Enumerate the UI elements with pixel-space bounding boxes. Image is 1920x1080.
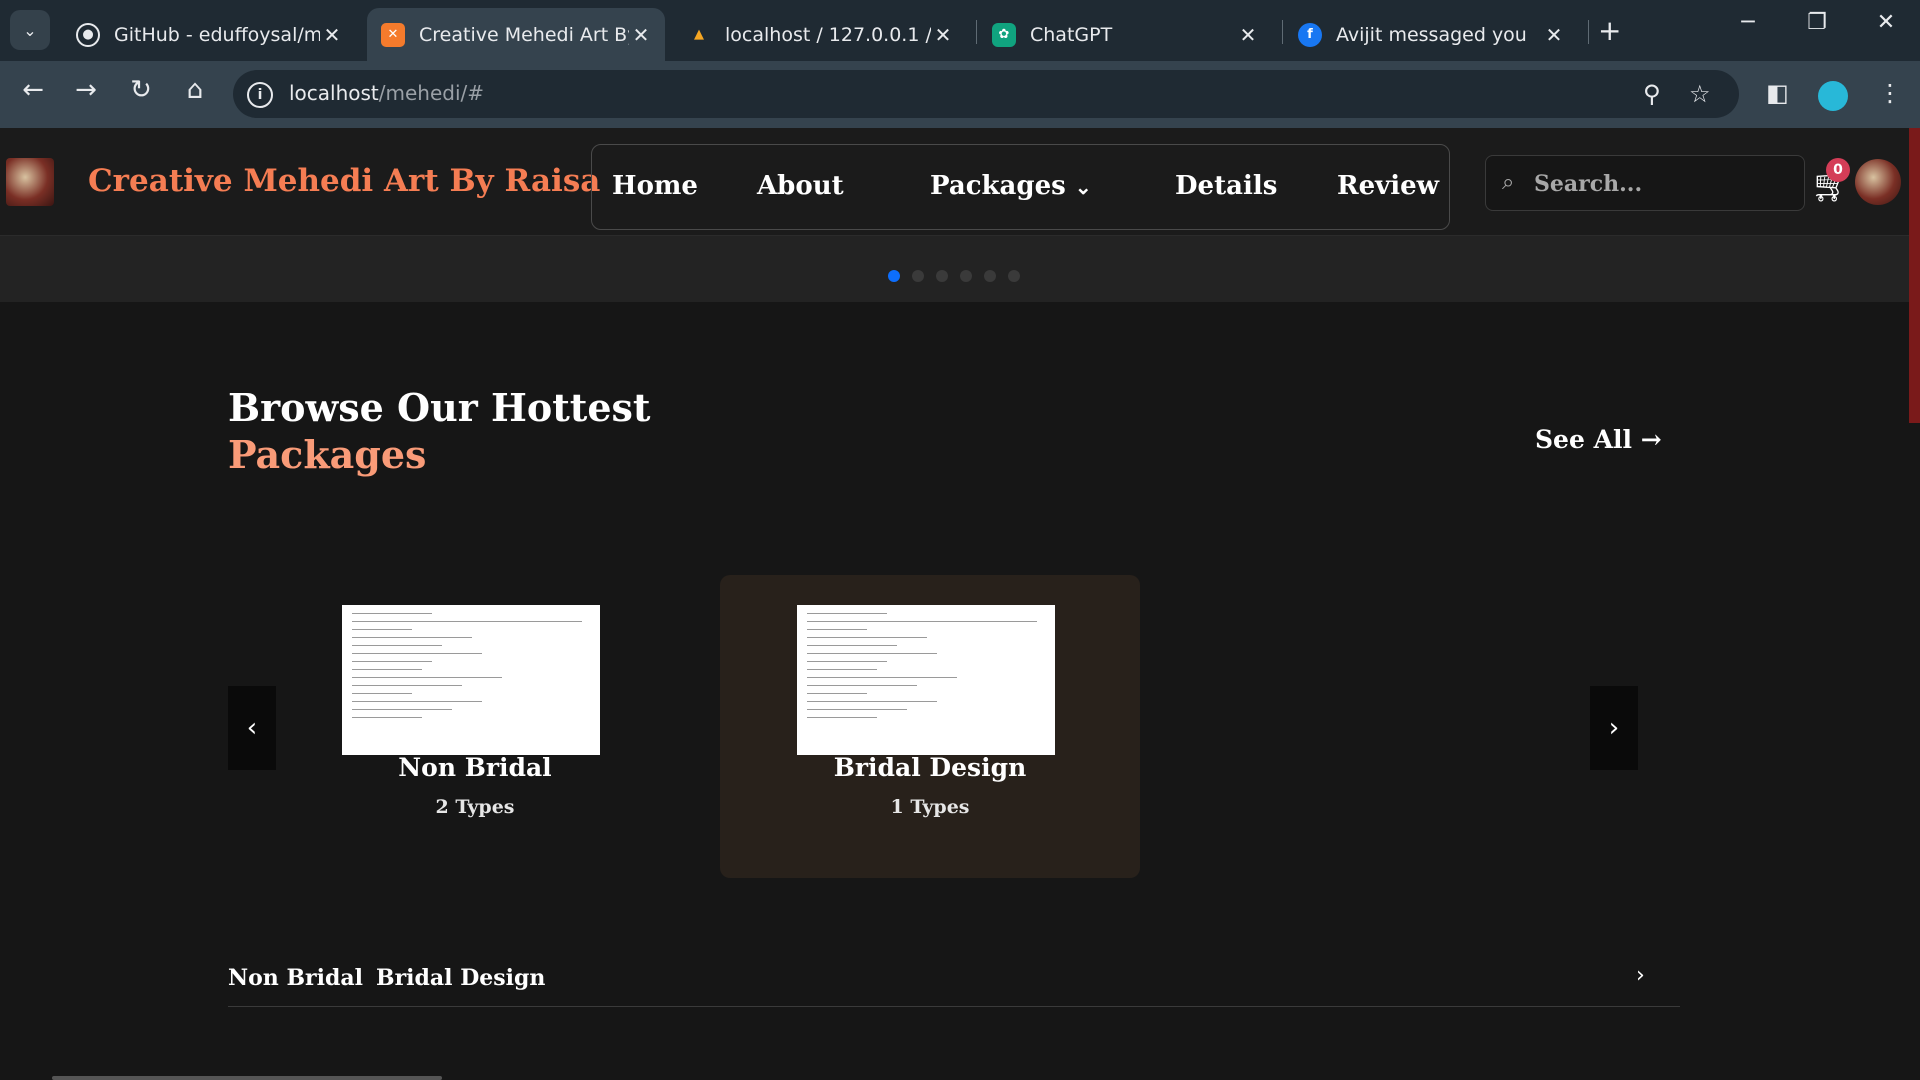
- carousel-dot[interactable]: [1008, 270, 1020, 282]
- package-card[interactable]: Bridal Design 1 Types: [720, 575, 1140, 878]
- carousel-dot[interactable]: [912, 270, 924, 282]
- url-text[interactable]: localhost/mehedi/#: [289, 81, 484, 105]
- nav-about[interactable]: About: [757, 171, 844, 201]
- location-pin-icon[interactable]: ⚲: [1643, 80, 1661, 108]
- user-avatar[interactable]: [1855, 159, 1901, 205]
- phpmyadmin-icon: ▲: [694, 27, 704, 42]
- tab-creative-mehedi[interactable]: ✕ Creative Mehedi Art By C ✕: [367, 8, 665, 61]
- package-title: Non Bridal: [398, 753, 552, 782]
- address-bar[interactable]: i localhost/mehedi/# ⚲ ☆: [233, 70, 1739, 118]
- nav-review[interactable]: Review: [1337, 171, 1439, 201]
- section-heading: Browse Our Hottest: [228, 385, 651, 430]
- tab-title: GitHub - eduffoysal/meh: [114, 23, 320, 46]
- chevron-right-icon: ›: [1608, 713, 1620, 743]
- scrollbar-thumb[interactable]: [1909, 128, 1920, 423]
- site-info-icon[interactable]: i: [247, 82, 273, 108]
- carousel-dot[interactable]: [888, 270, 900, 282]
- close-icon[interactable]: ✕: [931, 23, 955, 47]
- horizontal-scrollbar-thumb[interactable]: [52, 1076, 442, 1080]
- close-icon[interactable]: ✕: [1542, 23, 1566, 47]
- close-icon[interactable]: ✕: [1236, 23, 1260, 47]
- section-heading-accent: Packages: [228, 432, 427, 477]
- main-nav: Home About Packages ⌄ Details Review: [591, 144, 1450, 230]
- carousel-dot[interactable]: [936, 270, 948, 282]
- tab-facebook[interactable]: f Avijit messaged you ✕: [1284, 8, 1578, 61]
- brand-name[interactable]: Creative Mehedi Art By Raisa: [88, 163, 600, 199]
- xampp-icon: ✕: [381, 22, 405, 47]
- package-types: 2 Types: [435, 796, 515, 818]
- see-all-link[interactable]: See All →: [1535, 425, 1662, 454]
- carousel-dot[interactable]: [984, 270, 996, 282]
- chevron-down-icon: ⌄: [23, 20, 37, 40]
- tab-separator: [1282, 20, 1283, 44]
- nav-home[interactable]: Home: [612, 171, 698, 201]
- browser-tab-bar: ⌄ ● GitHub - eduffoysal/meh ✕ ✕ Creative…: [0, 0, 1920, 61]
- home-icon[interactable]: ⌂: [177, 75, 213, 105]
- close-window-icon[interactable]: ✕: [1866, 10, 1906, 35]
- package-types: 1 Types: [890, 796, 970, 818]
- tab-phpmyadmin[interactable]: ▲ localhost / 127.0.0.1 / me ✕: [673, 8, 967, 61]
- package-title: Bridal Design: [833, 753, 1027, 782]
- tab-search-button[interactable]: ⌄: [10, 10, 50, 50]
- category-link-bridal-design[interactable]: Bridal Design: [376, 965, 545, 991]
- side-panel-icon[interactable]: ◧: [1766, 79, 1789, 107]
- close-icon[interactable]: ✕: [320, 23, 344, 47]
- search-input[interactable]: [1532, 156, 1796, 212]
- restore-icon[interactable]: ❐: [1797, 10, 1837, 35]
- new-tab-button[interactable]: +: [1598, 14, 1621, 47]
- carousel-dot[interactable]: [960, 270, 972, 282]
- chevron-left-icon: ‹: [246, 713, 258, 743]
- star-icon[interactable]: ☆: [1689, 80, 1711, 108]
- facebook-icon: f: [1298, 22, 1322, 47]
- tab-title: ChatGPT: [1030, 23, 1113, 46]
- menu-icon[interactable]: ⋮: [1878, 79, 1902, 107]
- github-icon: ●: [76, 22, 100, 47]
- reload-icon[interactable]: ↻: [123, 75, 159, 105]
- url-host: localhost: [289, 81, 379, 105]
- browser-toolbar: ← → ↻ ⌂ i localhost/mehedi/# ⚲ ☆ ◧ ⋮: [0, 61, 1920, 128]
- tab-title: Creative Mehedi Art By C: [419, 23, 629, 46]
- tab-separator: [976, 20, 977, 44]
- logo-image[interactable]: [6, 158, 54, 206]
- close-icon[interactable]: ✕: [629, 23, 653, 47]
- site-header: Creative Mehedi Art By Raisa Home About …: [0, 128, 1910, 236]
- search-box: ⌕: [1485, 155, 1805, 212]
- cart-count-badge: 0: [1826, 158, 1850, 182]
- nav-packages[interactable]: Packages ⌄: [930, 171, 1092, 201]
- see-all-label: See All: [1535, 425, 1632, 454]
- tab-separator: [1588, 20, 1589, 44]
- nav-packages-label: Packages: [930, 171, 1066, 201]
- tab-github[interactable]: ● GitHub - eduffoysal/meh ✕: [62, 8, 356, 61]
- chevron-right-icon[interactable]: ›: [1636, 963, 1645, 988]
- forward-icon[interactable]: →: [68, 75, 104, 105]
- tab-title: Avijit messaged you: [1336, 23, 1527, 46]
- chevron-down-icon: ⌄: [1074, 175, 1092, 199]
- arrow-right-icon: →: [1640, 425, 1662, 454]
- nav-details[interactable]: Details: [1175, 171, 1277, 201]
- category-link-non-bridal[interactable]: Non Bridal: [228, 965, 363, 991]
- tab-chatgpt[interactable]: ✿ ChatGPT ✕: [978, 8, 1272, 61]
- profile-avatar[interactable]: [1818, 81, 1848, 111]
- package-image: [342, 605, 600, 755]
- package-image: [797, 605, 1055, 755]
- back-icon[interactable]: ←: [15, 75, 51, 105]
- tab-title: localhost / 127.0.0.1 / me: [725, 23, 931, 46]
- carousel-next-button[interactable]: ›: [1590, 686, 1638, 770]
- url-path: /mehedi/#: [378, 81, 485, 105]
- package-card[interactable]: Non Bridal 2 Types: [265, 575, 685, 878]
- category-divider: [228, 1006, 1680, 1007]
- chatgpt-icon: ✿: [992, 22, 1016, 47]
- minimize-icon[interactable]: ─: [1728, 10, 1768, 35]
- carousel-indicator-band: [0, 236, 1910, 302]
- search-icon: ⌕: [1502, 170, 1515, 195]
